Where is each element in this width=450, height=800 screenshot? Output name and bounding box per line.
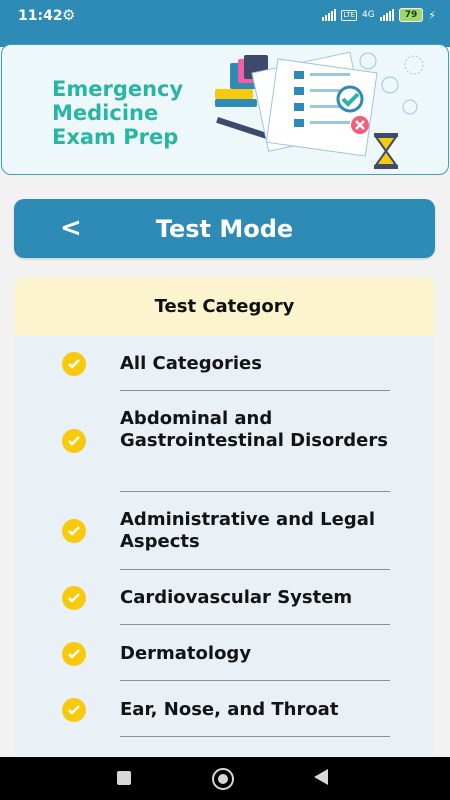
divider (120, 736, 390, 737)
charging-icon: ⚡ (428, 8, 436, 22)
network-label: 4G (362, 10, 375, 20)
status-bar: 11:42 ⚙ LTE 4G 79 ⚡ (0, 0, 450, 33)
exam-illustration (215, 51, 424, 169)
checkmark-icon[interactable] (62, 642, 86, 666)
category-item[interactable]: Ear, Nose, and Throat (14, 681, 435, 737)
checkmark-icon[interactable] (62, 429, 86, 453)
category-label: Dermatology (120, 643, 252, 664)
checkmark-icon[interactable] (62, 352, 86, 376)
category-label: Administrative and Legal Aspects (120, 509, 376, 552)
category-list: All Categories Abdominal and Gastrointes… (14, 336, 435, 737)
gear-icon: ⚙ (62, 6, 76, 24)
banner-title-line: Medicine (52, 101, 159, 125)
page-title: Test Mode (155, 214, 294, 243)
header-bar: < Test Mode (14, 199, 435, 258)
category-label: Abdominal and Gastrointestinal Disorders (120, 408, 388, 451)
category-panel-heading: Test Category (14, 277, 435, 336)
category-label: All Categories (120, 353, 262, 374)
app-banner: Emergency Medicine Exam Prep (1, 44, 449, 175)
category-label: Ear, Nose, and Throat (120, 699, 339, 720)
status-icons: LTE 4G 79 ⚡ (322, 8, 436, 22)
system-nav-bar (0, 757, 450, 800)
battery-indicator: 79 (398, 8, 424, 22)
signal-icon (322, 9, 337, 21)
category-item[interactable]: Administrative and Legal Aspects (14, 491, 435, 570)
home-icon[interactable] (212, 768, 234, 790)
chevron-left-icon[interactable]: < (60, 213, 82, 243)
status-time: 11:42 (18, 8, 63, 24)
checkmark-icon[interactable] (62, 519, 86, 543)
banner-title: Emergency Medicine Exam Prep (52, 77, 222, 149)
recents-icon[interactable] (117, 771, 131, 785)
signal-icon-2 (379, 9, 394, 21)
banner-title-line: Exam Prep (52, 125, 179, 149)
banner-title-line: Emergency (52, 77, 184, 101)
category-item[interactable]: Dermatology (14, 625, 435, 681)
lte-badge: LTE (341, 9, 358, 21)
category-item[interactable]: Abdominal and Gastrointestinal Disorders (14, 391, 435, 492)
category-label: Cardiovascular System (120, 587, 353, 608)
back-triangle-icon[interactable] (314, 769, 328, 785)
checkmark-icon[interactable] (62, 698, 86, 722)
checkmark-icon[interactable] (62, 586, 86, 610)
category-item[interactable]: All Categories (14, 336, 435, 391)
category-panel: Test Category All Categories Abdominal a… (14, 277, 435, 757)
category-item[interactable]: Cardiovascular System (14, 569, 435, 625)
